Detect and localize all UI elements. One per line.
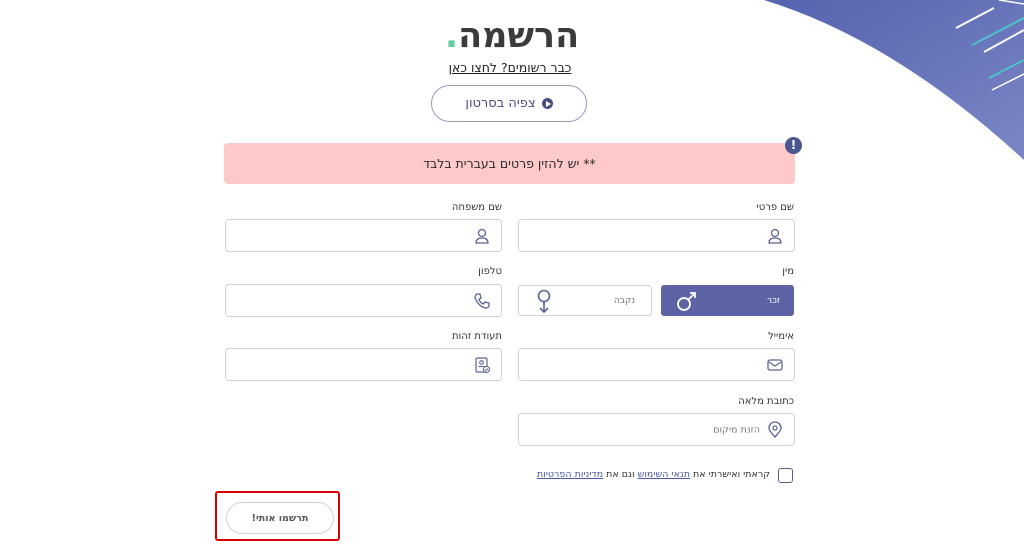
gender-male-option[interactable]: זכר xyxy=(661,285,794,316)
female-icon xyxy=(537,289,551,314)
phone-label: טלפון xyxy=(478,266,502,277)
email-label: אימייל xyxy=(768,331,794,342)
gender-label: מין xyxy=(782,266,794,277)
play-icon xyxy=(541,98,553,109)
male-label: זכר xyxy=(767,295,780,306)
address-label: כתובת מלאה xyxy=(738,396,794,407)
address-placeholder: הזנת מיקום xyxy=(713,424,760,435)
hebrew-only-alert: ** יש להזין פרטים בעברית בלבד xyxy=(224,143,795,184)
terms-of-use-link[interactable]: תנאי השימוש xyxy=(638,469,690,480)
alert-text: ** יש להזין פרטים בעברית בלבד xyxy=(423,156,596,171)
phone-icon xyxy=(474,292,490,309)
login-link[interactable]: כבר רשומים? לחצו כאן xyxy=(0,60,1020,75)
id-card-icon xyxy=(475,356,491,373)
female-label: נקבה xyxy=(613,295,635,306)
privacy-policy-link[interactable]: מדיניות הפרטיות xyxy=(537,469,603,480)
male-icon xyxy=(677,292,696,311)
id-number-label: תעודת זהות xyxy=(451,331,502,342)
phone-field[interactable] xyxy=(225,284,502,317)
submit-button[interactable]: תרשמו אותי! xyxy=(226,502,334,534)
location-pin-icon xyxy=(768,420,782,438)
gender-female-option[interactable]: נקבה xyxy=(518,285,652,316)
watch-video-label: צפיה בסרטון xyxy=(465,96,536,111)
submit-label: תרשמו אותי! xyxy=(251,512,309,524)
user-icon xyxy=(768,228,782,244)
terms-text: קראתי ואישרתי את תנאי השימוש וגם את מדינ… xyxy=(420,469,770,480)
alert-icon: ! xyxy=(785,137,802,154)
page-title: הרשמה. xyxy=(444,16,580,56)
terms-middle: וגם את xyxy=(606,469,635,480)
mail-icon xyxy=(767,358,783,371)
title-dot: . xyxy=(444,16,459,56)
address-field[interactable]: הזנת מיקום xyxy=(518,413,795,446)
last-name-field[interactable] xyxy=(225,219,502,252)
watch-video-button[interactable]: צפיה בסרטון xyxy=(431,85,587,122)
email-field[interactable] xyxy=(518,348,795,381)
last-name-label: שם משפחה xyxy=(451,202,502,213)
first-name-field[interactable] xyxy=(518,219,795,252)
terms-prefix: קראתי ואישרתי את xyxy=(693,469,770,480)
id-number-field[interactable] xyxy=(225,348,502,381)
first-name-label: שם פרטי xyxy=(756,202,794,213)
terms-checkbox[interactable] xyxy=(778,468,793,483)
user-icon xyxy=(475,228,489,244)
